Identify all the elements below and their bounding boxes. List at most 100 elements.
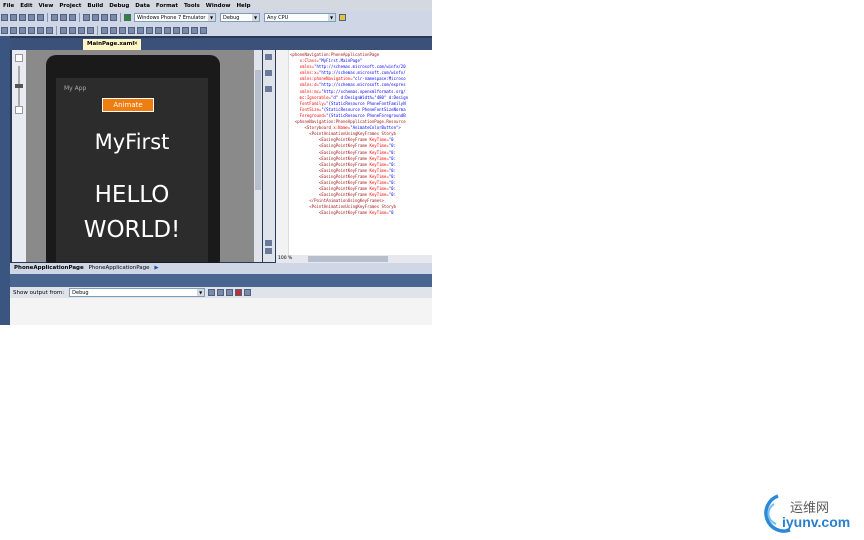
xaml-horizontal-scrollbar[interactable]: [276, 255, 432, 263]
align-center-icon[interactable]: [10, 26, 17, 34]
grid-icon[interactable]: [182, 26, 189, 34]
menu-item-window[interactable]: Window: [203, 3, 234, 9]
prev-bookmark-icon[interactable]: [110, 26, 117, 34]
output-text-area[interactable]: [10, 298, 432, 325]
paste-icon[interactable]: [69, 14, 76, 21]
clear-bookmarks-icon[interactable]: [128, 26, 135, 34]
breadcrumb-child[interactable]: PhoneApplicationPage: [85, 265, 149, 271]
fit-to-window-icon[interactable]: [15, 54, 23, 62]
undo-icon[interactable]: [83, 14, 90, 21]
zoom-thumb[interactable]: [15, 84, 23, 88]
save-all-icon[interactable]: [37, 14, 44, 21]
group-icon[interactable]: [155, 26, 162, 34]
toolbox-strip[interactable]: [0, 36, 10, 325]
clear-all-icon[interactable]: [217, 289, 225, 296]
ungroup-icon[interactable]: [164, 26, 171, 34]
world-line: WORLD!: [83, 217, 181, 243]
output-source-select[interactable]: Debug ▼: [69, 288, 206, 297]
menu-item-build[interactable]: Build: [84, 3, 106, 9]
menu-item-tools[interactable]: Tools: [181, 3, 203, 9]
send-back-icon[interactable]: [146, 26, 153, 34]
vertical-split-icon[interactable]: [265, 248, 272, 254]
design-scroll-thumb[interactable]: [255, 70, 261, 190]
menu-item-help[interactable]: Help: [233, 3, 253, 9]
xaml-zoom-level[interactable]: 100 %: [276, 255, 292, 263]
zoom-reset-icon[interactable]: [15, 106, 23, 114]
outdent-icon[interactable]: [69, 26, 76, 34]
add-item-icon[interactable]: [10, 14, 17, 21]
stop-icon[interactable]: [235, 289, 243, 296]
menu-item-debug[interactable]: Debug: [106, 3, 132, 9]
align-top-icon[interactable]: [28, 26, 35, 34]
platform-value: Any CPU: [267, 15, 289, 21]
navigate-forward-icon[interactable]: [110, 14, 117, 21]
output-source-label: Show output from:: [13, 289, 65, 296]
hello-line: HELLO: [94, 182, 170, 208]
zoom-slider[interactable]: [12, 50, 26, 262]
align-middle-icon[interactable]: [37, 26, 44, 34]
redo-icon[interactable]: [92, 14, 99, 21]
breadcrumb: PhoneApplicationPage PhoneApplicationPag…: [10, 263, 432, 274]
menu-item-project[interactable]: Project: [56, 3, 84, 9]
design-vertical-scrollbar[interactable]: [254, 50, 262, 262]
lock-icon[interactable]: [173, 26, 180, 34]
bring-front-icon[interactable]: [137, 26, 144, 34]
indent-icon[interactable]: [60, 26, 67, 34]
platform-select[interactable]: Any CPU ▼: [264, 13, 336, 22]
find-icon[interactable]: [339, 14, 346, 21]
save-icon[interactable]: [28, 14, 35, 21]
bookmark-icon[interactable]: [101, 26, 108, 34]
word-wrap-icon[interactable]: [226, 289, 234, 296]
standard-toolbar: Windows Phone 7 Emulator ▼ Debug ▼ Any CPU…: [0, 11, 432, 24]
snap-icon[interactable]: [191, 26, 198, 34]
expand-pane-icon[interactable]: [265, 70, 272, 76]
document-tab-strip: MainPage.xaml ✕: [10, 38, 432, 50]
xaml-line: <EasingPointKeyFrame KeyTime="0: [318, 210, 394, 216]
tab-mainpage-xaml[interactable]: MainPage.xaml ✕: [83, 39, 141, 50]
format-icon[interactable]: [200, 26, 207, 34]
target-device-select[interactable]: Windows Phone 7 Emulator ▼: [134, 13, 216, 22]
align-left-icon[interactable]: [1, 26, 8, 34]
align-right-icon[interactable]: [19, 26, 26, 34]
new-project-icon[interactable]: [1, 14, 8, 21]
menu-item-data[interactable]: Data: [132, 3, 153, 9]
start-debugging-icon[interactable]: [124, 14, 131, 21]
configuration-select[interactable]: Debug ▼: [220, 13, 260, 22]
page-title: MyFirst: [94, 130, 170, 154]
watermark-url-text: iyunv.com: [782, 514, 851, 530]
animate-button[interactable]: Animate: [102, 98, 154, 112]
menu-item-file[interactable]: File: [0, 3, 17, 9]
breadcrumb-arrow-icon[interactable]: ▶: [151, 265, 158, 271]
navigate-back-icon[interactable]: [101, 14, 108, 21]
menu-item-view[interactable]: View: [35, 3, 56, 9]
output-source-value: Debug: [72, 290, 89, 296]
next-bookmark-icon[interactable]: [119, 26, 126, 34]
tab-label: MainPage.xaml: [87, 41, 135, 47]
outline-gutter: [276, 50, 289, 255]
output-toolbar: Show output from: Debug ▼: [10, 287, 432, 298]
horizontal-split-icon[interactable]: [265, 240, 272, 246]
menu-item-edit[interactable]: Edit: [17, 3, 35, 9]
align-bottom-icon[interactable]: [46, 26, 53, 34]
split-view-bar: [263, 50, 275, 262]
breadcrumb-root[interactable]: PhoneApplicationPage: [10, 265, 84, 271]
menu-item-format[interactable]: Format: [153, 3, 181, 9]
target-device-value: Windows Phone 7 Emulator: [137, 15, 206, 21]
swap-panes-icon[interactable]: [265, 54, 272, 60]
xaml-scroll-thumb[interactable]: [308, 256, 388, 262]
toggle-icon[interactable]: [244, 289, 252, 296]
collapse-pane-icon[interactable]: [265, 86, 272, 92]
cut-icon[interactable]: [51, 14, 58, 21]
output-window-header: [10, 274, 432, 287]
visual-studio-window: File Edit View Project Build Debug Data Format T…: [0, 0, 432, 325]
open-icon[interactable]: [19, 14, 26, 21]
copy-icon[interactable]: [60, 14, 67, 21]
uncomment-icon[interactable]: [87, 26, 94, 34]
find-message-icon[interactable]: [208, 289, 216, 296]
close-tab-icon[interactable]: ✕: [133, 39, 138, 50]
application-title: My App: [64, 85, 87, 92]
comment-icon[interactable]: [78, 26, 85, 34]
xaml-code[interactable]: <phoneNavigation:PhoneApplicationPage x:…: [290, 52, 408, 217]
tab-inactive[interactable]: [12, 39, 78, 50]
layout-toolbar: [0, 24, 432, 36]
